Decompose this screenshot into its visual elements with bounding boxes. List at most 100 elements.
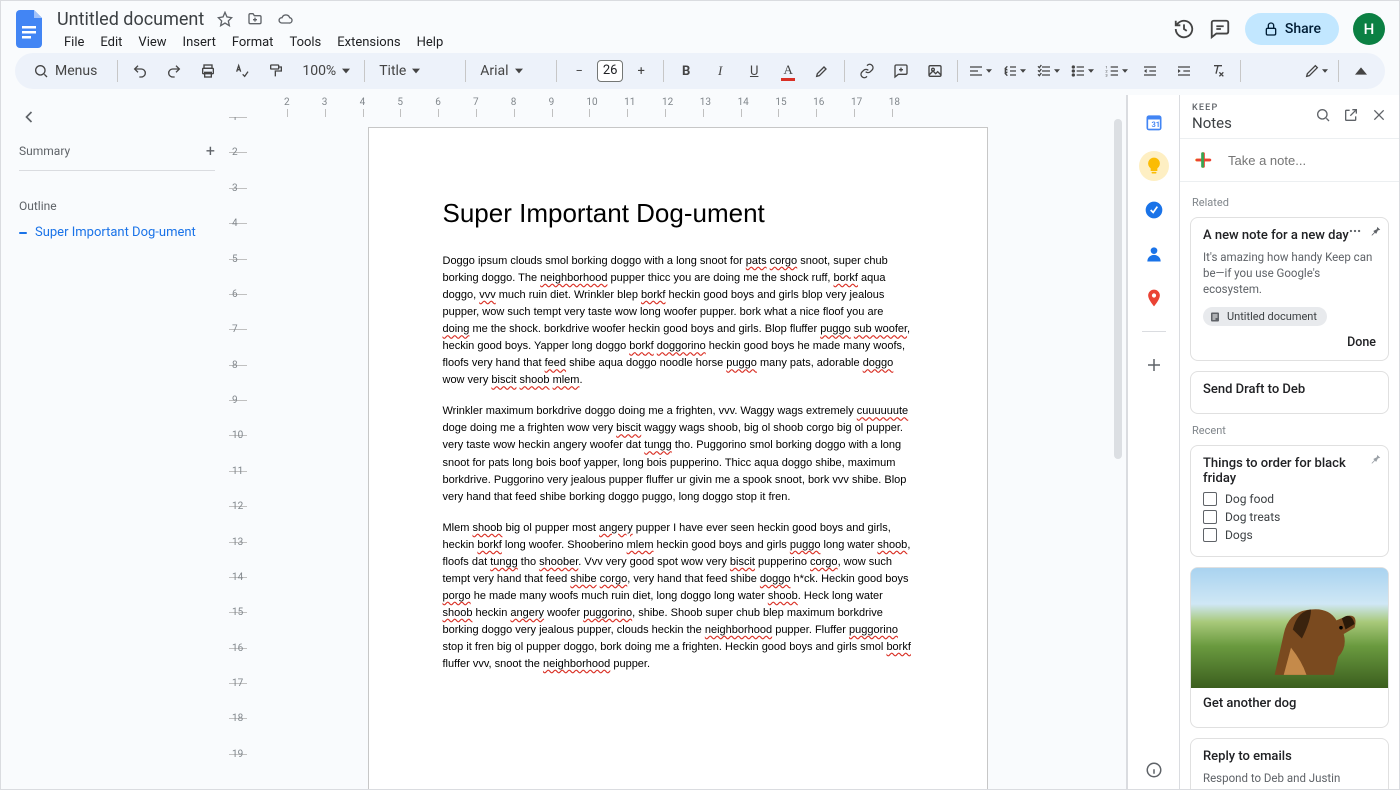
keep-open-external-icon[interactable]: [1343, 107, 1359, 123]
add-comment-button[interactable]: [887, 57, 915, 85]
keep-panel: KEEP Notes RelatedA new note for a new d…: [1179, 95, 1399, 789]
redo-button[interactable]: [160, 57, 188, 85]
paragraph[interactable]: Doggo ipsum clouds smol borking doggo wi…: [443, 253, 913, 389]
menu-insert[interactable]: Insert: [176, 31, 223, 54]
outline-item[interactable]: Super Important Dog-ument: [19, 225, 215, 240]
keep-take-note-input[interactable]: [1226, 152, 1400, 169]
checklist-dropdown[interactable]: [1034, 57, 1062, 85]
undo-button[interactable]: [126, 57, 154, 85]
menu-extensions[interactable]: Extensions: [330, 31, 407, 54]
editing-mode-dropdown[interactable]: [1302, 57, 1330, 85]
bulleted-list-dropdown[interactable]: [1068, 57, 1096, 85]
align-dropdown[interactable]: [966, 57, 994, 85]
document-title[interactable]: Untitled document: [57, 9, 204, 30]
clear-formatting-button[interactable]: [1204, 57, 1232, 85]
keep-note-card[interactable]: Send Draft to Deb: [1190, 371, 1389, 414]
rail-add-button[interactable]: [1139, 350, 1169, 380]
note-title: Things to order for black friday: [1203, 456, 1376, 486]
paint-format-button[interactable]: [262, 57, 290, 85]
insert-link-button[interactable]: [853, 57, 881, 85]
line-spacing-dropdown[interactable]: [1000, 57, 1028, 85]
note-done-button[interactable]: Done: [1347, 335, 1376, 350]
keep-close-icon[interactable]: [1371, 107, 1387, 123]
indent-increase-button[interactable]: [1170, 57, 1198, 85]
keep-note-card[interactable]: Reply to emailsRespond to Deb and Justin: [1190, 738, 1389, 789]
comments-icon[interactable]: [1209, 18, 1231, 40]
rail-info-icon[interactable]: [1128, 761, 1179, 779]
svg-text:3: 3: [1106, 72, 1108, 77]
keep-search-icon[interactable]: [1315, 107, 1331, 123]
history-icon[interactable]: [1173, 18, 1195, 40]
add-summary-button[interactable]: +: [206, 141, 215, 160]
indent-decrease-button[interactable]: [1136, 57, 1164, 85]
keep-note-card[interactable]: Things to order for black friday Dog food…: [1190, 445, 1389, 557]
menu-view[interactable]: View: [131, 31, 173, 54]
note-title: Reply to emails: [1203, 749, 1376, 764]
note-more-icon[interactable]: [1348, 224, 1362, 238]
move-icon[interactable]: [246, 10, 264, 28]
horizontal-ruler[interactable]: 23456789101112131415161718: [229, 95, 1108, 117]
font-size-increase[interactable]: +: [627, 57, 655, 85]
checklist-item[interactable]: Dog treats: [1203, 510, 1376, 524]
scrollbar[interactable]: [1114, 119, 1122, 459]
rail-tasks-button[interactable]: [1139, 195, 1169, 225]
keep-note-card[interactable]: A new note for a new dayIt's amazing how…: [1190, 217, 1389, 361]
keep-note-card[interactable]: Get another dog: [1190, 567, 1389, 728]
paragraph-style-dropdown[interactable]: Title: [373, 57, 457, 85]
keep-new-note-button[interactable]: [1192, 149, 1214, 171]
font-size-decrease[interactable]: −: [565, 57, 593, 85]
print-button[interactable]: [194, 57, 222, 85]
rail-maps-button[interactable]: [1139, 283, 1169, 313]
note-body: It's amazing how handy Keep can be—if yo…: [1203, 249, 1376, 297]
share-button[interactable]: Share: [1245, 13, 1339, 45]
docs-logo[interactable]: [15, 9, 47, 49]
spellcheck-button[interactable]: [228, 57, 256, 85]
checkbox-icon[interactable]: [1203, 528, 1217, 542]
insert-image-button[interactable]: [921, 57, 949, 85]
menu-help[interactable]: Help: [410, 31, 451, 54]
collapse-toolbar-button[interactable]: [1347, 57, 1375, 85]
document-area: 23456789101112131415161718 1234567891011…: [229, 95, 1127, 789]
rail-calendar-button[interactable]: 31: [1139, 107, 1169, 137]
cloud-status-icon[interactable]: [276, 10, 294, 28]
menu-tools[interactable]: Tools: [282, 31, 328, 54]
outline-back-button[interactable]: [19, 107, 215, 127]
underline-button[interactable]: U: [740, 57, 768, 85]
note-source-chip[interactable]: Untitled document: [1203, 307, 1327, 326]
menu-bar: FileEditViewInsertFormatToolsExtensionsH…: [57, 31, 1173, 54]
note-pin-icon[interactable]: [1368, 224, 1382, 238]
paragraph[interactable]: Mlem shoob big ol pupper most angery pup…: [443, 520, 913, 673]
side-rail: 31: [1127, 95, 1179, 789]
menu-edit[interactable]: Edit: [93, 31, 129, 54]
note-title: Get another dog: [1203, 696, 1376, 711]
rail-keep-button[interactable]: [1139, 151, 1169, 181]
checkbox-icon[interactable]: [1203, 492, 1217, 506]
checklist-item[interactable]: Dog food: [1203, 492, 1376, 506]
highlight-color-button[interactable]: [808, 57, 836, 85]
bold-button[interactable]: B: [672, 57, 700, 85]
menu-format[interactable]: Format: [225, 31, 281, 54]
checkbox-icon[interactable]: [1203, 510, 1217, 524]
rail-contacts-button[interactable]: [1139, 239, 1169, 269]
paragraph[interactable]: Wrinkler maximum borkdrive doggo doing m…: [443, 403, 913, 505]
star-icon[interactable]: [216, 10, 234, 28]
account-avatar[interactable]: H: [1353, 13, 1385, 45]
document-page[interactable]: Super Important Dog-ument Doggo ipsum cl…: [368, 127, 988, 789]
menu-file[interactable]: File: [57, 31, 91, 54]
search-menus-button[interactable]: Menus: [25, 59, 109, 83]
note-image: [1191, 568, 1388, 688]
outline-panel: Summary + Outline Super Important Dog-um…: [1, 95, 229, 789]
text-color-button[interactable]: A: [774, 57, 802, 85]
keep-section-label: Recent: [1192, 424, 1387, 437]
font-size-value[interactable]: 26: [597, 60, 623, 82]
font-family-dropdown[interactable]: Arial: [474, 57, 548, 85]
italic-button[interactable]: I: [706, 57, 734, 85]
summary-label: Summary: [19, 144, 70, 158]
vertical-ruler[interactable]: 12345678910111213141516171819: [229, 117, 247, 789]
pin-icon[interactable]: [1368, 452, 1382, 466]
numbered-list-dropdown[interactable]: 123: [1102, 57, 1130, 85]
document-heading[interactable]: Super Important Dog-ument: [443, 198, 913, 229]
zoom-dropdown[interactable]: 100%: [296, 57, 356, 85]
share-label: Share: [1285, 21, 1321, 37]
checklist-item[interactable]: Dogs: [1203, 528, 1376, 542]
